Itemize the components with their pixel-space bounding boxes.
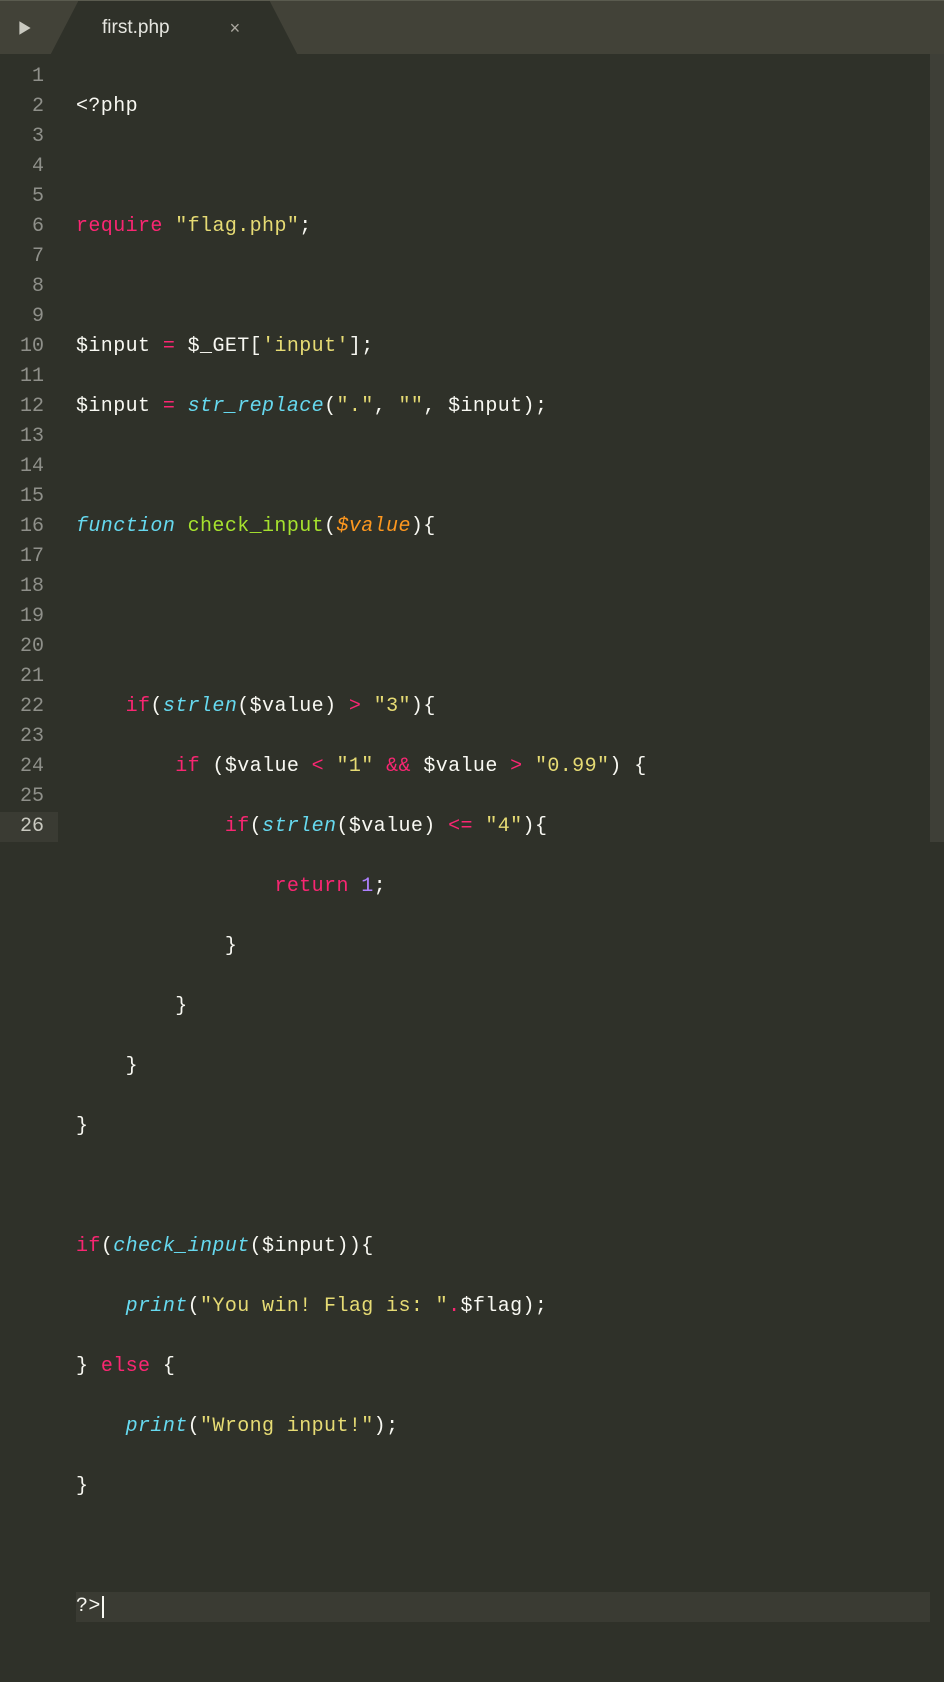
keyword-else: else: [101, 1355, 151, 1378]
line-number: 7: [0, 242, 58, 272]
string: "Wrong input!": [200, 1415, 374, 1438]
line-number: 17: [0, 542, 58, 572]
string: "": [399, 395, 424, 418]
parameter: $value: [336, 515, 410, 538]
line-number: 20: [0, 632, 58, 662]
string: ".": [336, 395, 373, 418]
string: 'input': [262, 335, 349, 358]
line-number: 1: [0, 62, 58, 92]
line-number: 19: [0, 602, 58, 632]
run-button[interactable]: [0, 1, 50, 54]
line-number: 13: [0, 422, 58, 452]
keyword-if: if: [225, 815, 250, 838]
variable: $input: [262, 1235, 336, 1258]
variable: $flag: [460, 1295, 522, 1318]
variable: $value: [423, 755, 497, 778]
line-number: 3: [0, 122, 58, 152]
string: "flag.php": [175, 215, 299, 238]
line-number: 8: [0, 272, 58, 302]
line-number: 26: [0, 812, 58, 842]
line-number: 18: [0, 572, 58, 602]
variable: $value: [250, 695, 324, 718]
variable: $input: [76, 335, 150, 358]
line-number: 10: [0, 332, 58, 362]
line-number: 23: [0, 722, 58, 752]
keyword-if: if: [175, 755, 200, 778]
function-name: check_input: [175, 515, 324, 538]
line-number: 22: [0, 692, 58, 722]
play-icon: [16, 19, 34, 37]
line-number: 6: [0, 212, 58, 242]
variable: $value: [349, 815, 423, 838]
line-number: 14: [0, 452, 58, 482]
close-icon[interactable]: ×: [230, 18, 241, 39]
tab-filename: first.php: [102, 17, 170, 39]
variable: $value: [225, 755, 299, 778]
keyword-require: require: [76, 215, 163, 238]
line-number: 15: [0, 482, 58, 512]
number: 1: [361, 875, 373, 898]
function-call: print: [126, 1415, 188, 1438]
editor-tab[interactable]: first.php ×: [78, 1, 270, 55]
keyword-if: if: [126, 695, 151, 718]
keyword-return: return: [274, 875, 348, 898]
line-number: 11: [0, 362, 58, 392]
line-number: 24: [0, 752, 58, 782]
function-call: strlen: [262, 815, 336, 838]
variable: $input: [76, 395, 150, 418]
line-number: 4: [0, 152, 58, 182]
code-area[interactable]: <?php require "flag.php"; $input = $_GET…: [58, 54, 930, 842]
variable: $input: [448, 395, 522, 418]
text-cursor: [102, 1596, 104, 1618]
vertical-scrollbar[interactable]: [930, 54, 944, 842]
string: "0.99": [535, 755, 609, 778]
function-call: check_input: [113, 1235, 249, 1258]
line-number: 12: [0, 392, 58, 422]
string: "4": [485, 815, 522, 838]
php-open-tag: <?php: [76, 95, 138, 118]
string: "1": [336, 755, 373, 778]
function-call: str_replace: [188, 395, 324, 418]
tab-bar: first.php ×: [0, 0, 944, 54]
line-number: 9: [0, 302, 58, 332]
keyword-if: if: [76, 1235, 101, 1258]
line-number: 5: [0, 182, 58, 212]
line-number: 2: [0, 92, 58, 122]
line-number: 25: [0, 782, 58, 812]
string: "You win! Flag is: ": [200, 1295, 448, 1318]
line-number: 16: [0, 512, 58, 542]
function-call: print: [126, 1295, 188, 1318]
editor: 1234567891011121314151617181920212223242…: [0, 54, 944, 842]
line-number: 21: [0, 662, 58, 692]
php-close-tag: ?>: [76, 1595, 101, 1618]
function-call: strlen: [163, 695, 237, 718]
string: "3": [374, 695, 411, 718]
keyword-function: function: [76, 515, 175, 538]
line-number-gutter: 1234567891011121314151617181920212223242…: [0, 54, 58, 842]
